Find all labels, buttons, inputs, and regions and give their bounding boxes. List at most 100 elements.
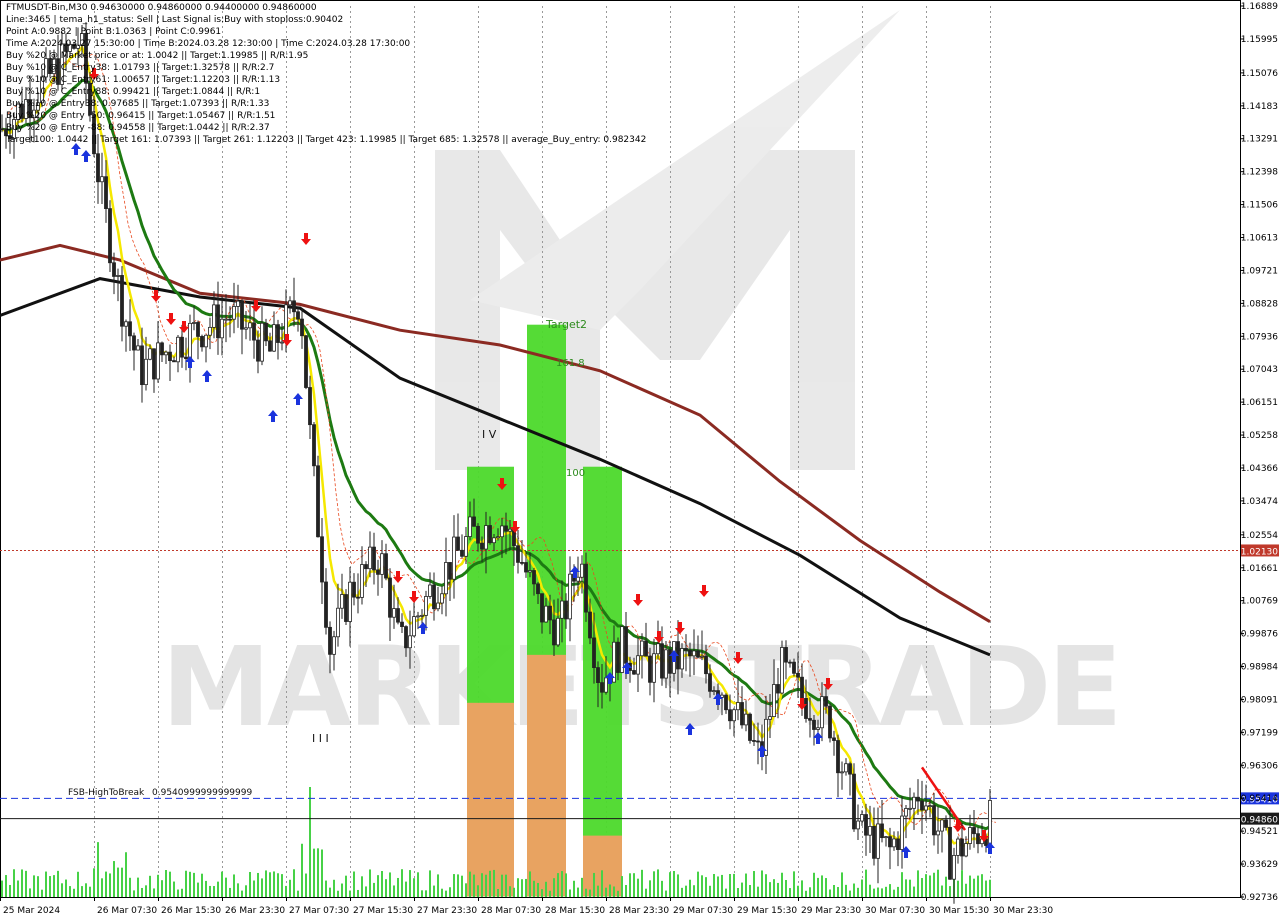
candle-body	[860, 814, 864, 822]
candle-body	[836, 740, 840, 774]
price-level-label: 1.02130	[1241, 547, 1278, 557]
candle-body	[688, 649, 692, 657]
candle-body	[800, 676, 804, 699]
sell-arrow-icon	[301, 233, 311, 245]
candle-body	[384, 553, 388, 579]
candle-body	[820, 696, 824, 729]
candle-body	[128, 321, 132, 337]
target161-label: 161.8	[556, 358, 585, 369]
candle-body	[880, 823, 884, 839]
y-tick-label: 1.08828	[1241, 299, 1278, 309]
x-tick-label: 28 Mar 23:30	[609, 906, 669, 916]
candle-body	[968, 827, 972, 844]
candle-body	[492, 537, 496, 544]
candle-body	[392, 608, 396, 618]
candle-body	[584, 563, 588, 613]
candle-body	[228, 318, 232, 321]
candle-body	[452, 536, 456, 580]
candle-body	[920, 800, 924, 811]
target-zone	[467, 702, 514, 897]
candle-body	[652, 653, 656, 683]
x-tick-label: 30 Mar 07:30	[865, 906, 925, 916]
candle-body	[480, 542, 484, 550]
x-tick-label: 26 Mar 23:30	[225, 906, 285, 916]
candle-body	[616, 641, 620, 673]
candle-body	[152, 348, 156, 380]
buy-arrow-icon	[202, 370, 212, 382]
candle-body	[504, 525, 508, 532]
candle-body	[224, 318, 228, 321]
candle-body	[912, 796, 916, 809]
y-tick-label: 1.12398	[1241, 168, 1278, 178]
candle-body	[956, 838, 960, 856]
candle-body	[324, 581, 328, 628]
candle-body	[744, 713, 748, 726]
y-tick-label: 0.94521	[1241, 827, 1278, 837]
candle-body	[772, 684, 776, 718]
candle-body	[552, 619, 556, 646]
candle-body	[824, 696, 828, 707]
y-tick-label: 1.06151	[1241, 398, 1278, 408]
candle-body	[832, 737, 836, 741]
sell-arrow-icon	[393, 571, 403, 583]
candle-body	[664, 649, 668, 679]
candle-body	[116, 275, 120, 277]
candle-body	[852, 773, 856, 830]
candle-body	[704, 655, 708, 675]
candle-body	[856, 820, 860, 830]
candle-body	[248, 322, 252, 329]
candle-body	[500, 525, 504, 538]
x-tick-label: 28 Mar 07:30	[481, 906, 541, 916]
y-tick-label: 0.95414	[1241, 794, 1278, 804]
candle-body	[656, 643, 660, 655]
candle-body	[872, 826, 876, 859]
candle-body	[272, 324, 276, 352]
candle-body	[660, 643, 664, 679]
candle-body	[712, 690, 716, 692]
candle-body	[476, 525, 480, 544]
candle-body	[340, 594, 344, 609]
candle-body	[564, 600, 568, 620]
info-line: Target100: 1.0442 || Target 161: 1.07393…	[5, 135, 646, 145]
candle-body	[952, 854, 956, 880]
candle-body	[180, 336, 184, 358]
candle-body	[524, 562, 528, 573]
candle-body	[636, 655, 640, 675]
y-tick-label: 1.03474	[1241, 497, 1278, 507]
candle-body	[404, 626, 408, 649]
candle-body	[288, 300, 292, 306]
candle-body	[888, 836, 892, 848]
y-tick-label: 1.11506	[1241, 201, 1278, 211]
watermark-text: MARKETSTRADE	[161, 623, 1118, 751]
buy-arrow-icon	[81, 150, 91, 162]
candle-body	[280, 341, 284, 344]
y-tick-label: 1.14183	[1241, 102, 1278, 112]
candle-body	[448, 562, 452, 580]
candle-body	[196, 322, 200, 337]
candle-body	[520, 561, 524, 564]
x-tick-label: 29 Mar 15:30	[737, 906, 797, 916]
candle-body	[740, 702, 744, 726]
buy-arrow-icon	[268, 410, 278, 422]
candle-body	[192, 322, 196, 324]
sell-arrow-icon	[633, 594, 643, 606]
candle-body	[892, 838, 896, 848]
candle-body	[580, 563, 584, 578]
wave-iii-label: I I I	[312, 732, 329, 745]
fsb-value: 0.9540999999999999	[152, 788, 252, 798]
candle-body	[420, 614, 424, 617]
info-line: Buy %10 @ C_Entry38: 1.01793 || Target:1…	[6, 63, 274, 73]
candle-body	[336, 607, 340, 638]
candle-body	[804, 698, 808, 719]
candle-body	[344, 594, 348, 622]
price-chart[interactable]: MARKETSTRADE 0.954100.948601.02130 Targe…	[0, 0, 1280, 920]
x-tick-label: 30 Mar 23:30	[993, 906, 1053, 916]
candle-body	[368, 546, 372, 570]
candle-body	[328, 626, 332, 655]
candle-body	[172, 360, 176, 363]
info-line: Line:3465 | tema_h1_status: Sell | Last …	[6, 15, 343, 25]
candle-body	[960, 838, 964, 857]
candle-body	[632, 670, 636, 675]
x-tick-label: 27 Mar 07:30	[289, 906, 349, 916]
candle-body	[168, 351, 172, 362]
